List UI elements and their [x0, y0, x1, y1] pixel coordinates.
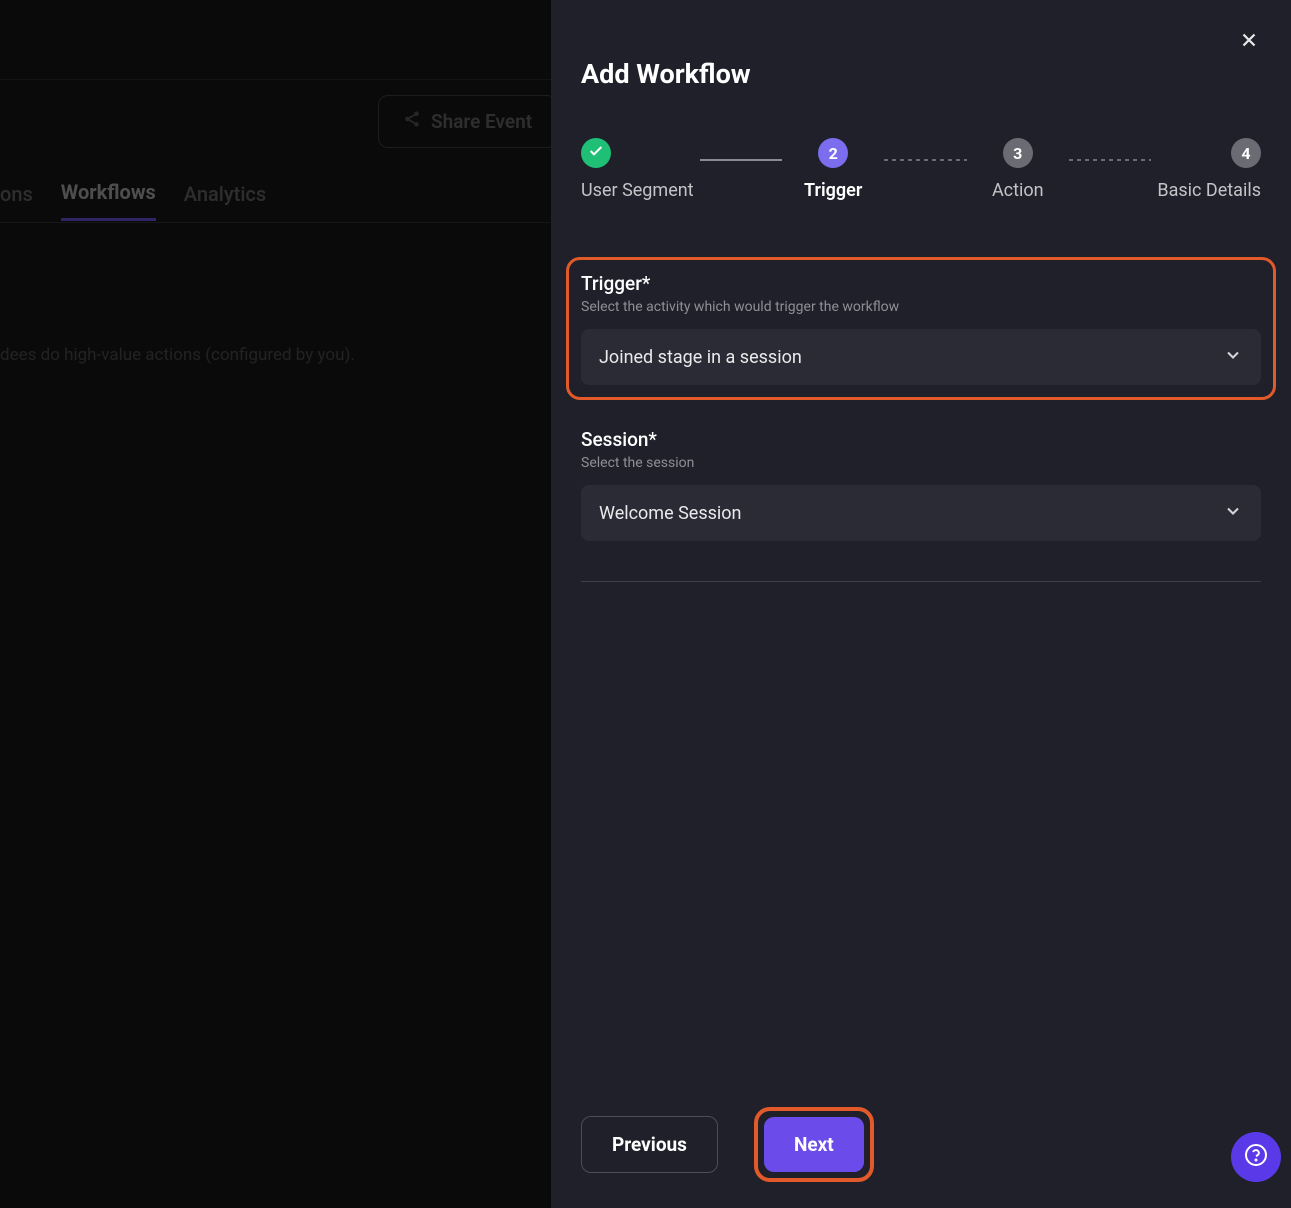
- step-4-label: Basic Details: [1157, 180, 1261, 201]
- tab-analytics[interactable]: Analytics: [184, 182, 266, 220]
- add-workflow-drawer: Add Workflow User Segment 2 Trigger 3 Ac…: [551, 0, 1291, 1208]
- step-2-active: 2: [818, 138, 848, 168]
- chevron-down-icon: [1223, 501, 1243, 525]
- step-4: 4: [1231, 138, 1261, 168]
- share-event-button[interactable]: Share Event: [378, 95, 557, 148]
- share-icon: [403, 110, 421, 133]
- session-value: Welcome Session: [599, 503, 742, 524]
- next-button[interactable]: Next: [764, 1117, 864, 1172]
- close-button[interactable]: [1235, 28, 1263, 56]
- drawer-title: Add Workflow: [581, 58, 1261, 90]
- step-2-label: Trigger: [804, 180, 862, 201]
- check-icon: [588, 143, 604, 163]
- connector-3: [1069, 159, 1152, 161]
- connector-2: [884, 159, 967, 161]
- step-1-label: User Segment: [581, 180, 694, 201]
- trigger-value: Joined stage in a session: [599, 347, 802, 368]
- drawer-footer: Previous Next: [551, 1081, 1291, 1208]
- session-select[interactable]: Welcome Session: [581, 485, 1261, 541]
- tabs-divider: [0, 222, 550, 223]
- close-icon: [1238, 29, 1260, 55]
- trigger-select[interactable]: Joined stage in a session: [581, 329, 1261, 385]
- trigger-help: Select the activity which would trigger …: [581, 299, 1261, 315]
- help-icon: [1244, 1143, 1268, 1171]
- trigger-field-group: Trigger* Select the activity which would…: [566, 257, 1276, 400]
- session-label: Session*: [581, 428, 1261, 451]
- page-description: dees do high-value actions (configured b…: [0, 345, 355, 365]
- session-field-group: Session* Select the session Welcome Sess…: [581, 428, 1261, 541]
- tabs: ons Workflows Analytics: [0, 180, 286, 221]
- previous-button[interactable]: Previous: [581, 1116, 718, 1173]
- trigger-label: Trigger*: [581, 272, 1261, 295]
- step-3: 3: [1003, 138, 1033, 168]
- next-highlight: Next: [754, 1107, 874, 1182]
- chevron-down-icon: [1223, 345, 1243, 369]
- form-divider: [581, 581, 1261, 582]
- help-button[interactable]: [1231, 1132, 1281, 1182]
- connector-1: [700, 159, 783, 161]
- stepper: User Segment 2 Trigger 3 Action 4 Basic …: [581, 138, 1261, 201]
- tab-workflows[interactable]: Workflows: [61, 180, 156, 221]
- tab-partial[interactable]: ons: [0, 182, 33, 220]
- step-1-completed: [581, 138, 611, 168]
- session-help: Select the session: [581, 455, 1261, 471]
- step-3-label: Action: [992, 180, 1044, 201]
- share-label: Share Event: [431, 110, 532, 133]
